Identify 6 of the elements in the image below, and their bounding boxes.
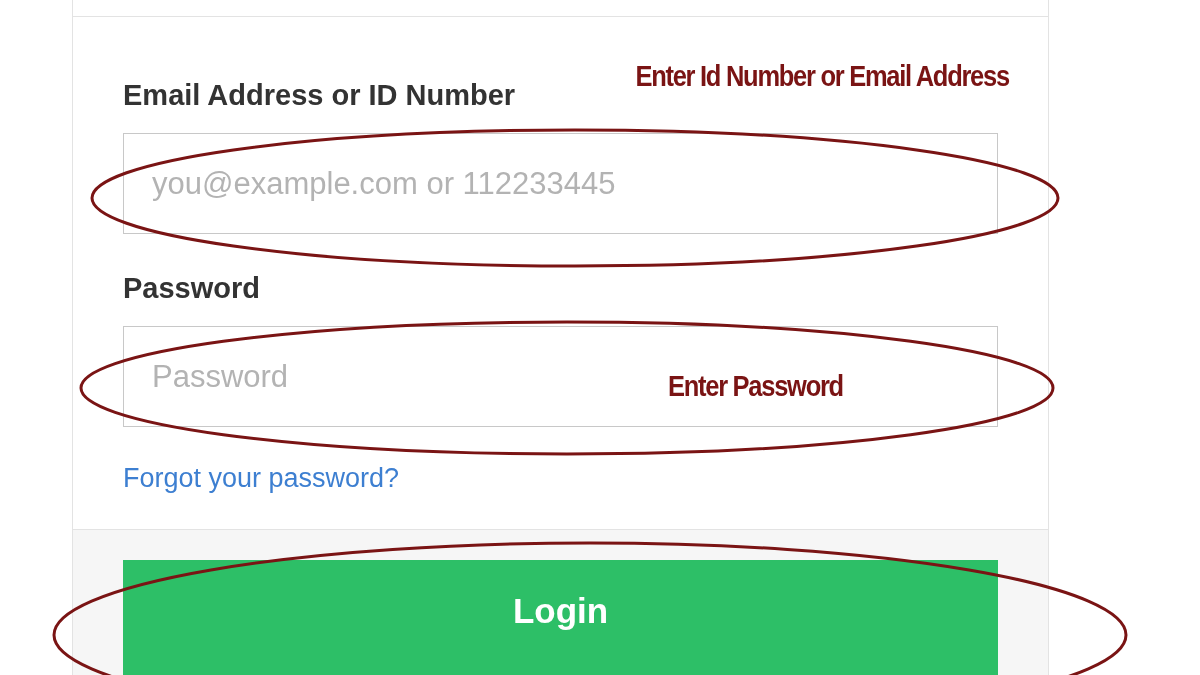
field-label: Email Address or ID Number bbox=[123, 78, 516, 113]
input-field[interactable]: you@example.com or 112233445 bbox=[123, 133, 998, 234]
field-label: Password bbox=[123, 271, 260, 306]
login-button[interactable]: Login bbox=[123, 560, 998, 675]
forgot-password-link[interactable]: Forgot your password? bbox=[123, 461, 998, 495]
annotation-text: Enter Password bbox=[668, 368, 843, 404]
